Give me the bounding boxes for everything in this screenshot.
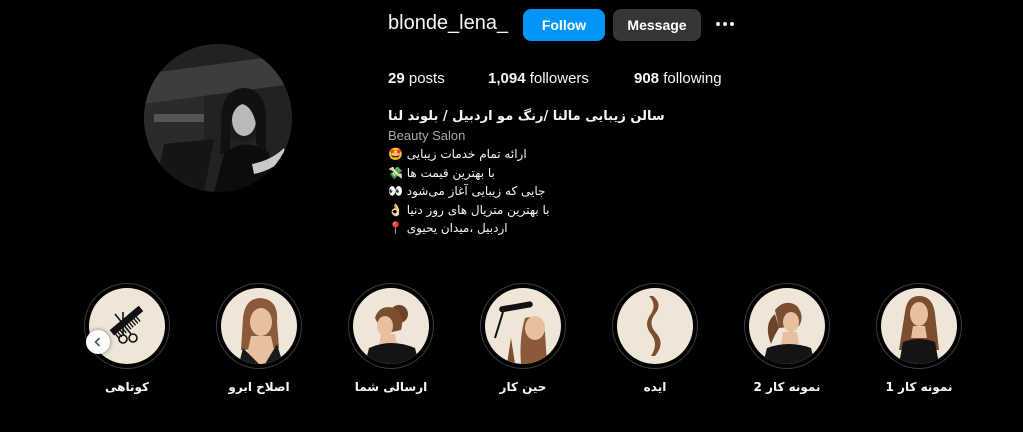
follow-button[interactable]: Follow	[523, 9, 605, 41]
highlight-item[interactable]: نمونه کار 1	[874, 283, 964, 394]
highlight-label: اصلاح ابرو	[228, 380, 290, 394]
highlight-item[interactable]: ارسالی شما	[346, 283, 436, 394]
dot	[723, 22, 727, 26]
dot	[716, 22, 720, 26]
hair-wave-icon	[617, 288, 693, 364]
highlight-item[interactable]: نمونه کار 2	[742, 283, 832, 394]
profile-display-name: سالن زیبایی مالنا /رنگ مو اردبیل / بلوند…	[388, 109, 665, 124]
profile-bio: سالن زیبایی مالنا /رنگ مو اردبیل / بلوند…	[388, 108, 688, 238]
followers-stat[interactable]: 1,094 followers	[488, 70, 589, 87]
following-stat[interactable]: 908 following	[634, 70, 722, 87]
woman-bun-icon	[353, 288, 429, 364]
following-count: 908	[634, 70, 660, 87]
message-button[interactable]: Message	[613, 9, 701, 41]
more-options-icon[interactable]	[713, 14, 737, 34]
highlight-ring	[84, 283, 170, 369]
posts-count: 29	[388, 70, 405, 87]
highlight-label: ارسالی شما	[354, 380, 428, 394]
highlight-ring	[480, 283, 566, 369]
woman-ponytail-icon	[749, 288, 825, 364]
highlight-label: نمونه کار 1	[885, 380, 953, 394]
profile-avatar[interactable]	[144, 44, 292, 192]
highlight-label: حین کار	[499, 380, 547, 394]
following-label: following	[663, 70, 722, 87]
profile-username: blonde_lena_	[388, 12, 509, 34]
highlight-ring	[348, 283, 434, 369]
profile-photo	[144, 44, 292, 192]
dot	[730, 22, 734, 26]
story-highlights: کوتاهی اصلاح ابرو ارسالی شما حین کار اید…	[0, 283, 1023, 403]
highlight-ring	[612, 283, 698, 369]
highlight-ring	[744, 283, 830, 369]
chevron-left-icon	[94, 337, 101, 347]
woman-portrait-icon	[221, 288, 297, 364]
highlight-label: کوتاهی	[105, 380, 149, 394]
bio-line: اردبیل ،میدان یحیوی 📍	[388, 221, 508, 235]
posts-stat: 29 posts	[388, 70, 445, 87]
profile-category: Beauty Salon	[388, 127, 466, 143]
highlight-item[interactable]: حین کار	[478, 283, 568, 394]
followers-count: 1,094	[488, 70, 526, 87]
highlight-label: نمونه کار 2	[753, 380, 821, 394]
highlight-ring	[876, 283, 962, 369]
bio-line: جایی که زیبایی آغاز می‌شود 👀	[388, 184, 546, 198]
posts-label: posts	[408, 70, 445, 87]
followers-label: followers	[529, 70, 589, 87]
highlight-item[interactable]: ایده	[610, 283, 700, 394]
highlight-label: ایده	[643, 380, 667, 394]
highlight-ring	[216, 283, 302, 369]
bio-line: با بهترین متریال های روز دنیا 👌🏻	[388, 202, 550, 217]
bio-line: با بهترین قیمت ها 💸	[388, 165, 495, 180]
woman-long-hair-icon	[881, 288, 957, 364]
bio-line: ارائه تمام خدمات زیبایی 🤩	[388, 147, 527, 161]
highlights-prev-button[interactable]	[86, 330, 110, 354]
hair-straightener-icon	[485, 288, 561, 364]
highlight-item[interactable]: اصلاح ابرو	[214, 283, 304, 394]
